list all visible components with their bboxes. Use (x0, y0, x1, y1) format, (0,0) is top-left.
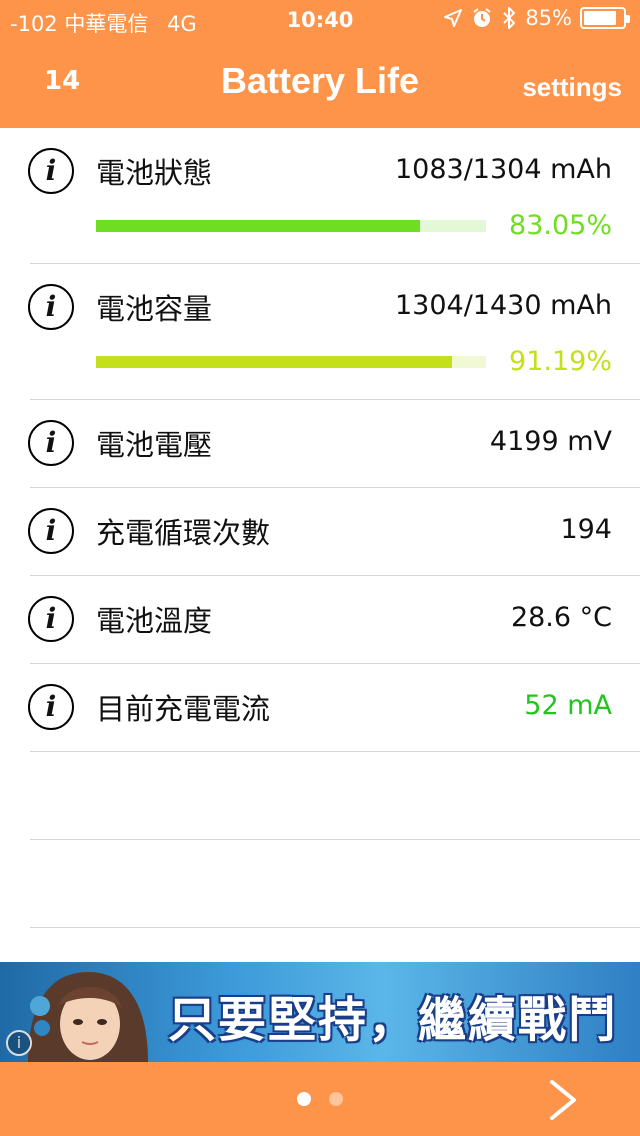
alarm-icon (473, 8, 491, 27)
progress-fill (96, 356, 452, 368)
row-charge-cycles: i 充電循環次數 194 (28, 488, 640, 576)
progress-bar (96, 356, 486, 368)
row-label: 電池容量 (96, 292, 213, 326)
progress-fill (96, 220, 420, 232)
header: -102 中華電信 4G 10:40 85% 14 Battery Life s… (0, 0, 640, 128)
info-icon[interactable]: i (28, 684, 74, 730)
row-battery-health: i 電池狀態 1083/1304 mAh 83.05% (28, 128, 640, 264)
row-label: 電池狀態 (96, 156, 213, 190)
ad-info-icon[interactable]: i (6, 1030, 32, 1056)
row-label: 電池電壓 (96, 428, 213, 462)
bluetooth-icon (503, 7, 516, 29)
ad-banner[interactable]: 只要堅持，繼續戰鬥 i (0, 962, 640, 1062)
info-icon[interactable]: i (28, 284, 74, 330)
location-arrow-icon (444, 9, 463, 27)
row-label: 充電循環次數 (96, 516, 271, 550)
ad-character-image (28, 972, 148, 1062)
row-value: 4199 mV (489, 426, 612, 457)
row-battery-voltage: i 電池電壓 4199 mV (28, 400, 640, 488)
progress-bar (96, 220, 486, 232)
empty-row (30, 752, 640, 840)
page-dot-active[interactable] (297, 1092, 311, 1106)
row-value: 52 mA (524, 690, 612, 721)
bottom-bar (0, 1062, 640, 1136)
row-percent: 83.05% (509, 210, 612, 241)
row-value: 1083/1304 mAh (395, 154, 612, 185)
row-percent: 91.19% (509, 346, 612, 377)
battery-percent: 85% (525, 6, 572, 30)
row-value: 28.6 °C (510, 602, 612, 633)
page-dot[interactable] (329, 1092, 343, 1106)
battery-info-list: i 電池狀態 1083/1304 mAh 83.05% i 電池容量 1304/… (0, 128, 640, 928)
chevron-right-icon[interactable] (544, 1078, 584, 1122)
info-icon[interactable]: i (28, 148, 74, 194)
info-icon[interactable]: i (28, 508, 74, 554)
row-charging-current: i 目前充電電流 52 mA (28, 664, 640, 752)
row-value: 194 (560, 514, 612, 545)
row-battery-capacity: i 電池容量 1304/1430 mAh 91.19% (28, 264, 640, 400)
row-value: 1304/1430 mAh (395, 290, 612, 321)
row-battery-temperature: i 電池溫度 28.6 °C (28, 576, 640, 664)
battery-level-fill (584, 11, 616, 25)
row-label: 電池溫度 (96, 604, 213, 638)
row-label: 目前充電電流 (96, 692, 271, 726)
info-icon[interactable]: i (28, 420, 74, 466)
battery-icon (580, 7, 630, 29)
empty-row (30, 840, 640, 928)
settings-button[interactable]: settings (522, 72, 622, 103)
status-bar: -102 中華電信 4G 10:40 85% (0, 0, 640, 40)
info-icon[interactable]: i (28, 596, 74, 642)
ad-banner-text: 只要堅持，繼續戰鬥 (168, 992, 619, 1048)
